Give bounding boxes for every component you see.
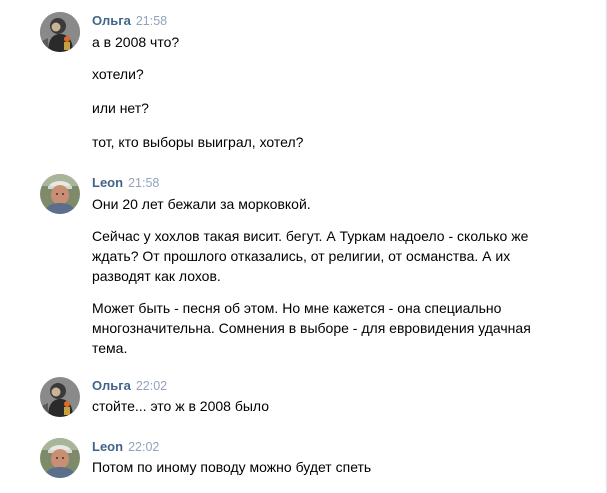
message-text: Может быть - песня об этом. Но мне кажет… <box>92 300 531 356</box>
message-time[interactable]: 22:02 <box>128 440 159 454</box>
olga-avatar[interactable] <box>40 377 80 417</box>
message-time[interactable]: 22:02 <box>136 379 167 393</box>
author-name[interactable]: Ольга <box>92 13 131 28</box>
author-name[interactable]: Leon <box>92 175 123 190</box>
message-text: Они 20 лет бежали за морковкой. <box>92 196 311 212</box>
olga-avatar[interactable] <box>40 12 80 52</box>
author-name[interactable]: Leon <box>92 439 123 454</box>
message-text: а в 2008 что? <box>92 34 180 50</box>
message-text: стойте... это ж в 2008 было <box>92 398 270 414</box>
message-text: Сейчас у хохлов такая висит. бегут. А Ту… <box>92 228 529 284</box>
message-text: тот, кто выборы выиграл, хотел? <box>92 134 304 150</box>
message-meta: Ольга 22:02 <box>92 377 167 395</box>
message-text: Потом по иному поводу можно будет спеть <box>92 459 372 475</box>
author-name[interactable]: Ольга <box>92 378 131 393</box>
message-text: хотели? <box>92 66 144 82</box>
leon-avatar[interactable] <box>40 438 80 478</box>
chat-history: Ольга 21:58 а в 2008 что? хотели? или нет… <box>0 0 607 493</box>
message-text: или нет? <box>92 100 149 116</box>
leon-avatar[interactable] <box>40 174 80 214</box>
message-meta: Ольга 21:58 <box>92 12 167 30</box>
message-meta: Leon 22:02 <box>92 438 159 456</box>
message-time[interactable]: 21:58 <box>136 14 167 28</box>
message-time[interactable]: 21:58 <box>128 176 159 190</box>
message-meta: Leon 21:58 <box>92 174 159 192</box>
